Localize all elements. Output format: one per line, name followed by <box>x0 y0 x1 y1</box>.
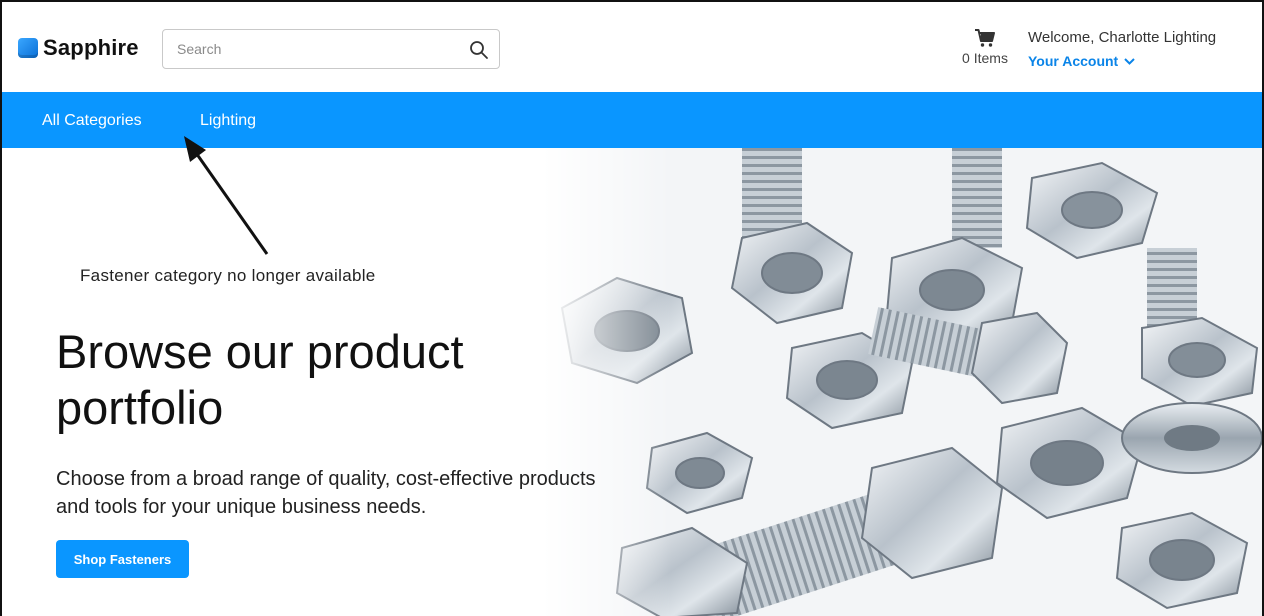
site-header: Sapphire 0 Items Welcome, Charlotte Ligh… <box>2 2 1262 92</box>
your-account-menu[interactable]: Your Account <box>1028 53 1135 69</box>
fasteners-hero-image <box>542 148 1262 616</box>
search-input[interactable] <box>163 30 453 68</box>
shopping-cart-icon <box>975 29 995 47</box>
chevron-down-icon <box>1124 57 1135 65</box>
nav-item-lighting[interactable]: Lighting <box>200 112 256 130</box>
annotation-arrow-icon <box>184 136 269 255</box>
sapphire-logo-icon <box>18 38 38 58</box>
your-account-label: Your Account <box>1028 53 1119 69</box>
shop-fasteners-button[interactable]: Shop Fasteners <box>56 540 189 578</box>
brand-name: Sapphire <box>43 35 139 60</box>
search-box <box>162 29 500 69</box>
page-frame: Sapphire 0 Items Welcome, Charlotte Ligh… <box>0 0 1264 616</box>
welcome-message: Welcome, Charlotte Lighting <box>1028 29 1217 46</box>
cart-button[interactable]: 0 Items <box>954 28 1016 66</box>
brand-logo[interactable]: Sapphire <box>18 35 139 61</box>
cart-count: 0 Items <box>962 50 1008 66</box>
search-icon[interactable] <box>469 40 489 60</box>
annotation-note: Fastener category no longer available <box>80 266 376 285</box>
hero-subtitle: Choose from a broad range of quality, co… <box>56 468 596 518</box>
hero-title: Browse our product portfolio <box>56 325 464 434</box>
nav-item-all-categories[interactable]: All Categories <box>42 112 142 130</box>
